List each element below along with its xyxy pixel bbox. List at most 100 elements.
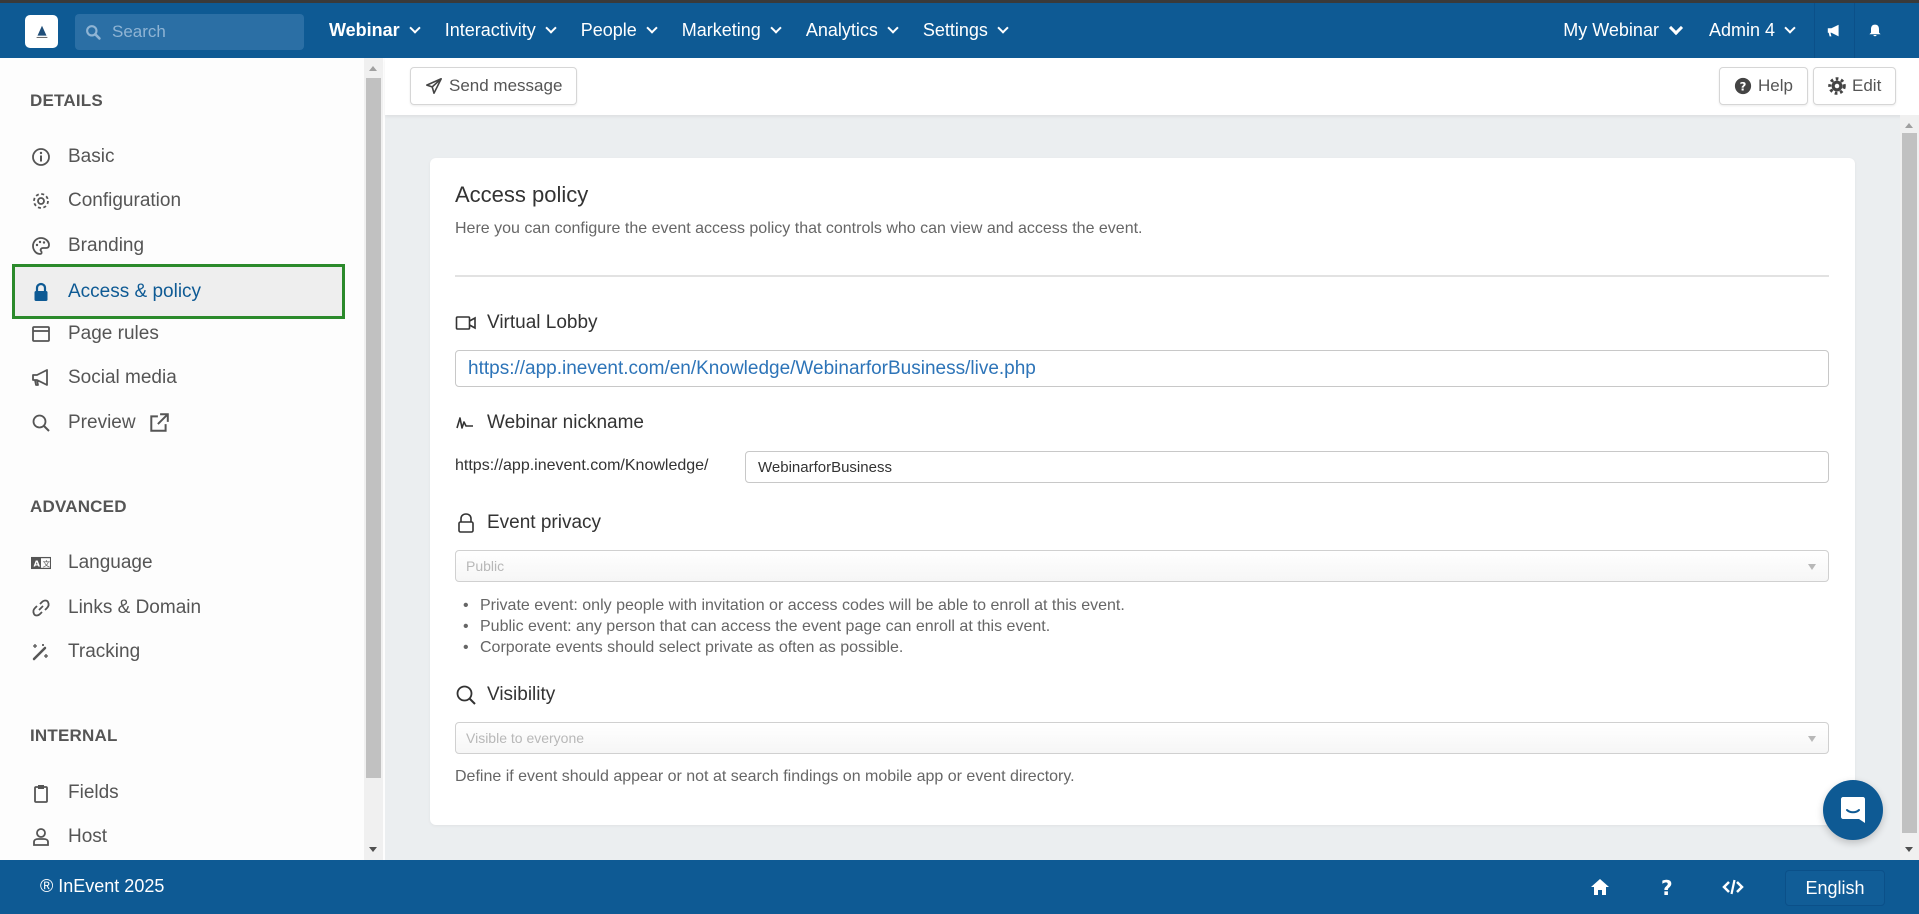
help-button[interactable]: ? Help [1719, 67, 1808, 105]
webinar-nickname-value: WebinarforBusiness [758, 458, 892, 476]
sidebar-item-label: Basic [68, 146, 115, 167]
chat-support-button[interactable] [1823, 780, 1883, 840]
sidebar: DETAILS Basic Configuration Branding Acc… [0, 58, 385, 860]
home-button[interactable] [1587, 874, 1613, 900]
nav-interactivity[interactable]: Interactivity [445, 20, 557, 41]
sidebar-item-host[interactable]: Host [12, 812, 345, 862]
gear-icon [1828, 77, 1846, 95]
window-icon [30, 323, 52, 345]
sidebar-item-label: Branding [68, 235, 145, 256]
virtual-lobby-label-text: Virtual Lobby [487, 312, 598, 333]
copyright-text: ® InEvent 2025 [40, 876, 165, 896]
search-placeholder: Search [112, 22, 166, 41]
sidebar-scrollbar[interactable] [364, 58, 383, 860]
lock-icon [458, 513, 474, 533]
user-menu-label: Admin 4 [1708, 20, 1775, 40]
sidebar-item-links-domain[interactable]: Links & Domain [12, 583, 345, 633]
edit-label: Edit [1852, 76, 1882, 95]
megaphone-icon [30, 367, 52, 389]
language-label: English [1805, 877, 1865, 898]
language-icon: A文 [30, 552, 52, 574]
scroll-down-arrow-icon[interactable] [369, 847, 377, 852]
announcements-button[interactable] [1814, 3, 1854, 58]
user-menu[interactable]: Admin 4 [1695, 3, 1808, 58]
scroll-up-arrow-icon[interactable] [1905, 123, 1913, 128]
virtual-lobby-url-field[interactable]: https://app.inevent.com/en/Knowledge/Web… [455, 350, 1829, 387]
developer-button[interactable] [1720, 874, 1746, 900]
event-privacy-label-text: Event privacy [487, 512, 602, 533]
sidebar-item-social-media[interactable]: Social media [12, 353, 345, 403]
magic-wand-icon [30, 641, 52, 663]
sidebar-item-label: Fields [68, 782, 119, 803]
event-privacy-select[interactable]: Public [455, 550, 1829, 582]
sidebar-item-label: Host [68, 826, 108, 847]
language-selector[interactable]: English [1785, 870, 1885, 906]
search-input[interactable]: Search [75, 14, 304, 50]
virtual-lobby-label: Virtual Lobby [455, 312, 598, 334]
sidebar-item-preview[interactable]: Preview [12, 398, 345, 448]
chevron-down-icon [545, 22, 557, 34]
help-footer-button[interactable]: ? [1654, 874, 1680, 900]
edit-button[interactable]: Edit [1813, 67, 1897, 105]
sidebar-section-advanced: ADVANCED [30, 497, 127, 516]
main-scrollbar[interactable] [1900, 115, 1919, 860]
search-icon [86, 24, 101, 40]
caret-down-icon [1808, 564, 1816, 570]
app-logo[interactable] [25, 15, 58, 48]
send-message-button[interactable]: Send message [410, 67, 578, 105]
sidebar-scroll-thumb[interactable] [366, 78, 381, 778]
svg-text:A: A [34, 558, 41, 568]
megaphone-icon [1827, 24, 1839, 36]
sidebar-item-label: Page rules [68, 323, 159, 344]
sidebar-section-internal: INTERNAL [30, 726, 118, 745]
question-circle-icon: ? [1734, 77, 1752, 95]
home-icon [1591, 879, 1609, 895]
scroll-up-arrow-icon[interactable] [369, 66, 377, 71]
paper-plane-icon [425, 77, 443, 95]
code-icon [1722, 879, 1744, 895]
sidebar-item-page-rules[interactable]: Page rules [12, 309, 345, 359]
virtual-lobby-url-value: https://app.inevent.com/en/Knowledge/Web… [468, 357, 1036, 379]
caret-down-icon [1808, 736, 1816, 742]
chevron-down-icon [770, 22, 782, 34]
sidebar-item-language[interactable]: A文 Language [12, 538, 345, 588]
svg-text:文: 文 [43, 558, 51, 568]
main-scroll-thumb[interactable] [1902, 133, 1917, 833]
access-policy-card: Access policy Here you can configure the… [430, 158, 1855, 825]
sidebar-item-fields[interactable]: Fields [12, 768, 345, 818]
inevent-logo-icon [36, 25, 47, 38]
chevron-down-icon [1784, 22, 1796, 34]
svg-text:?: ? [1740, 80, 1747, 94]
scroll-down-arrow-icon[interactable] [1905, 847, 1913, 852]
sidebar-item-basic[interactable]: Basic [12, 132, 345, 182]
nav-people[interactable]: People [580, 20, 658, 41]
nav-label: Webinar [329, 20, 400, 40]
visibility-select[interactable]: Visible to everyone [455, 722, 1829, 754]
event-selector-label: My Webinar [1563, 20, 1659, 40]
visibility-label-text: Visibility [487, 684, 556, 705]
nav-label: Settings [922, 20, 988, 40]
notifications-button[interactable] [1854, 3, 1894, 58]
search-icon [30, 412, 52, 434]
palette-icon [30, 235, 52, 257]
visibility-selected: Visible to everyone [466, 730, 585, 746]
sidebar-item-configuration[interactable]: Configuration [12, 176, 345, 226]
chat-bubble-icon [1841, 797, 1865, 823]
external-link-icon [149, 413, 169, 432]
nickname-url-prefix: https://app.inevent.com/Knowledge/ [455, 457, 709, 474]
footer: ® InEvent 2025 ? English [0, 860, 1919, 914]
nav-settings[interactable]: Settings [922, 20, 1009, 41]
search-icon [456, 685, 476, 705]
nav-marketing[interactable]: Marketing [682, 20, 782, 41]
nav-webinar[interactable]: Webinar [329, 20, 421, 41]
event-selector[interactable]: My Webinar [1549, 3, 1695, 58]
nav-analytics[interactable]: Analytics [806, 20, 899, 41]
webinar-nickname-input[interactable]: WebinarforBusiness [745, 451, 1829, 483]
sidebar-item-label: Preview [68, 412, 136, 433]
chevron-down-icon [646, 22, 658, 34]
video-camera-icon [455, 316, 476, 330]
sidebar-item-tracking[interactable]: Tracking [12, 627, 345, 677]
link-icon [30, 597, 52, 619]
nav-label: People [580, 20, 637, 40]
divider [455, 275, 1829, 277]
